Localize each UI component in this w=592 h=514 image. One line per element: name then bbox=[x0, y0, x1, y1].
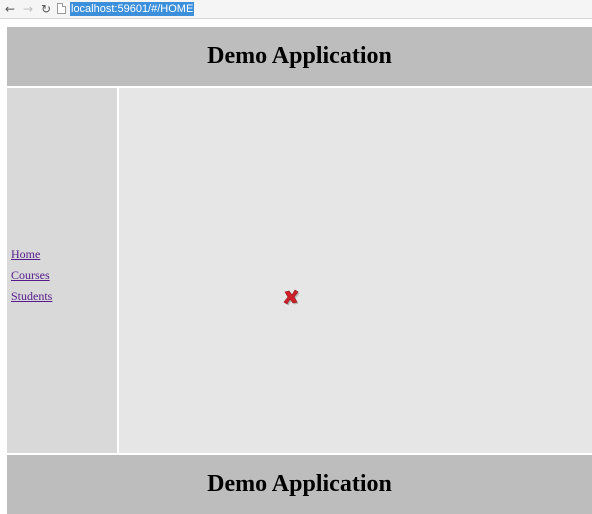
page-footer: Demo Application bbox=[7, 455, 592, 514]
browser-toolbar: ← → ↻ localhost:59601/#/HOME bbox=[0, 0, 592, 19]
footer-title: Demo Application bbox=[207, 471, 392, 497]
sidebar-item-students: Students bbox=[11, 285, 52, 306]
broken-image-icon bbox=[283, 289, 300, 306]
header-title: Demo Application bbox=[207, 43, 392, 69]
demo-application: Demo Application Home Courses Students D… bbox=[7, 27, 592, 514]
sidebar-nav: Home Courses Students bbox=[11, 243, 52, 306]
forward-arrow-icon[interactable]: → bbox=[20, 1, 36, 17]
courses-link[interactable]: Courses bbox=[11, 268, 50, 282]
back-arrow-icon[interactable]: ← bbox=[2, 1, 18, 17]
students-link[interactable]: Students bbox=[11, 289, 52, 303]
page-header: Demo Application bbox=[7, 27, 592, 86]
sidebar-item-courses: Courses bbox=[11, 264, 52, 285]
home-link[interactable]: Home bbox=[11, 247, 40, 261]
sidebar: Home Courses Students bbox=[7, 88, 117, 453]
sidebar-item-home: Home bbox=[11, 243, 52, 264]
main-content bbox=[119, 88, 592, 453]
reload-icon[interactable]: ↻ bbox=[38, 1, 54, 17]
page-icon bbox=[57, 3, 66, 14]
address-bar-url[interactable]: localhost:59601/#/HOME bbox=[70, 2, 195, 16]
